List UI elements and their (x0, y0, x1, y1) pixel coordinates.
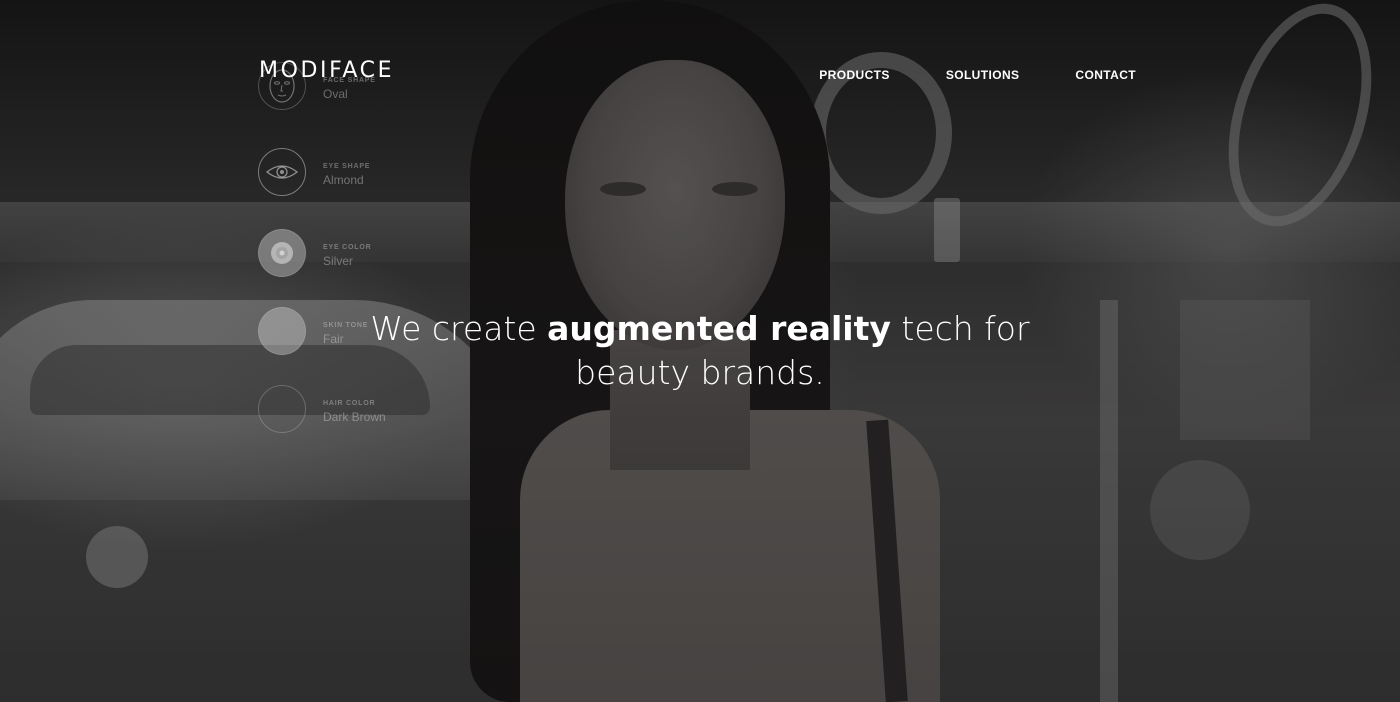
nav-solutions-link[interactable]: SOLUTIONS (946, 67, 1020, 83)
eye-color-icon (258, 229, 306, 277)
nav-products-link[interactable]: PRODUCTS (819, 67, 890, 83)
eye-icon (258, 148, 306, 196)
hero-headline-emphasis: augmented reality (547, 309, 891, 348)
main-nav: PRODUCTS SOLUTIONS CONTACT (819, 67, 1136, 83)
nav-contact-link[interactable]: CONTACT (1075, 67, 1136, 83)
hero-headline-line2: beauty brands. (575, 353, 825, 392)
analysis-value: Dark Brown (323, 410, 386, 424)
analysis-item-eye-shape: EYE SHAPE Almond (258, 148, 458, 204)
modiface-logo[interactable]: MODIFACE (259, 58, 394, 84)
hero-headline-suffix: tech for (890, 309, 1030, 348)
hero-headline-prefix: We create (370, 309, 548, 348)
analysis-item-eye-color: EYE COLOR Silver (258, 229, 458, 285)
analysis-label: EYE COLOR (323, 244, 372, 251)
analysis-label: HAIR COLOR (323, 400, 376, 407)
skin-tone-swatch-icon (258, 307, 306, 355)
analysis-value: Oval (323, 87, 348, 101)
hair-color-swatch-icon (258, 385, 306, 433)
analysis-value: Almond (323, 173, 364, 187)
analysis-value: Silver (323, 254, 354, 268)
analysis-label: EYE SHAPE (323, 163, 371, 170)
hero-section: FACE SHAPE Oval EYE SHAPE Almond EYE COL… (0, 0, 1400, 702)
hero-headline: We create augmented reality tech for bea… (300, 307, 1100, 395)
